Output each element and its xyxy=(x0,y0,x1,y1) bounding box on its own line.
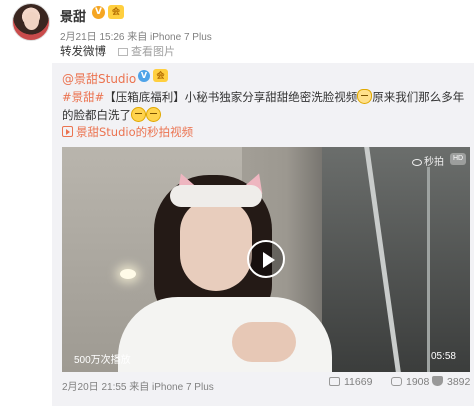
like-icon xyxy=(432,376,443,386)
hands-graphic xyxy=(232,322,296,362)
miaopai-eye-icon xyxy=(412,159,422,166)
video-source-link[interactable]: 景甜Studio的秒拍视频 xyxy=(62,124,193,140)
miaopai-watermark: 秒拍 xyxy=(412,153,444,168)
lamp-graphic xyxy=(120,269,136,279)
door-frame-graphic xyxy=(427,167,430,372)
hd-badge[interactable]: HD xyxy=(450,153,467,165)
vip-icon[interactable]: 会 xyxy=(153,69,168,82)
emoji-icon xyxy=(146,107,161,122)
verified-v-icon: V xyxy=(92,6,105,19)
repost-count: 11669 xyxy=(344,376,373,388)
like-count-button[interactable]: 3892 xyxy=(432,376,470,388)
verified-v-icon: V xyxy=(138,70,150,82)
view-pictures-link[interactable]: 查看图片 xyxy=(118,43,175,59)
author-avatar[interactable] xyxy=(12,3,50,41)
reposted-time-source[interactable]: 2月20日 21:55 来自 iPhone 7 Plus xyxy=(62,378,214,393)
vip-icon[interactable]: 会 xyxy=(108,5,124,19)
comment-count: 1908 xyxy=(406,376,430,388)
headband-graphic xyxy=(170,185,262,207)
watermark-label: 秒拍 xyxy=(424,157,444,168)
video-player[interactable]: M 秒拍 HD 500万次播放 05:58 xyxy=(62,147,470,372)
hashtag-link[interactable]: #景甜# xyxy=(62,90,104,104)
picture-icon xyxy=(118,48,128,56)
repost-text: 转发微博 xyxy=(60,44,106,58)
comment-icon xyxy=(391,377,402,386)
play-count: 500万次播放 xyxy=(74,355,131,366)
repost-icon xyxy=(329,377,340,386)
reposted-text: #景甜#【压箱底福利】小秘书独家分享甜甜绝密洗脸视频 原来我们那么多年的脸都白洗了 xyxy=(62,88,472,124)
play-icon[interactable] xyxy=(247,240,285,278)
post-time-source[interactable]: 2月21日 15:26 来自 iPhone 7 Plus xyxy=(60,28,212,43)
reposted-author[interactable]: @景甜Studio xyxy=(62,70,136,87)
weibo-post: 景甜 V 会 2月21日 15:26 来自 iPhone 7 Plus 转发微博… xyxy=(0,0,474,406)
comment-count-button[interactable]: 1908 xyxy=(391,376,429,388)
author-name[interactable]: 景甜 xyxy=(60,6,86,25)
video-link-label: 景甜Studio的秒拍视频 xyxy=(76,125,194,139)
video-duration: 05:58 xyxy=(430,351,456,362)
reposted-content: @景甜Studio V 会 #景甜#【压箱底福利】小秘书独家分享甜甜绝密洗脸视频… xyxy=(52,63,474,406)
shirt-graphic xyxy=(118,297,332,372)
face-graphic xyxy=(180,199,252,291)
emoji-icon xyxy=(357,89,373,104)
view-pictures-label: 查看图片 xyxy=(131,45,175,58)
video-link-icon xyxy=(62,126,73,137)
reposted-text-part1: 【压箱底福利】小秘书独家分享甜甜绝密洗脸视频 xyxy=(104,90,358,104)
like-count: 3892 xyxy=(447,376,471,388)
emoji-icon xyxy=(131,107,146,122)
repost-count-button[interactable]: 11669 xyxy=(329,376,372,388)
